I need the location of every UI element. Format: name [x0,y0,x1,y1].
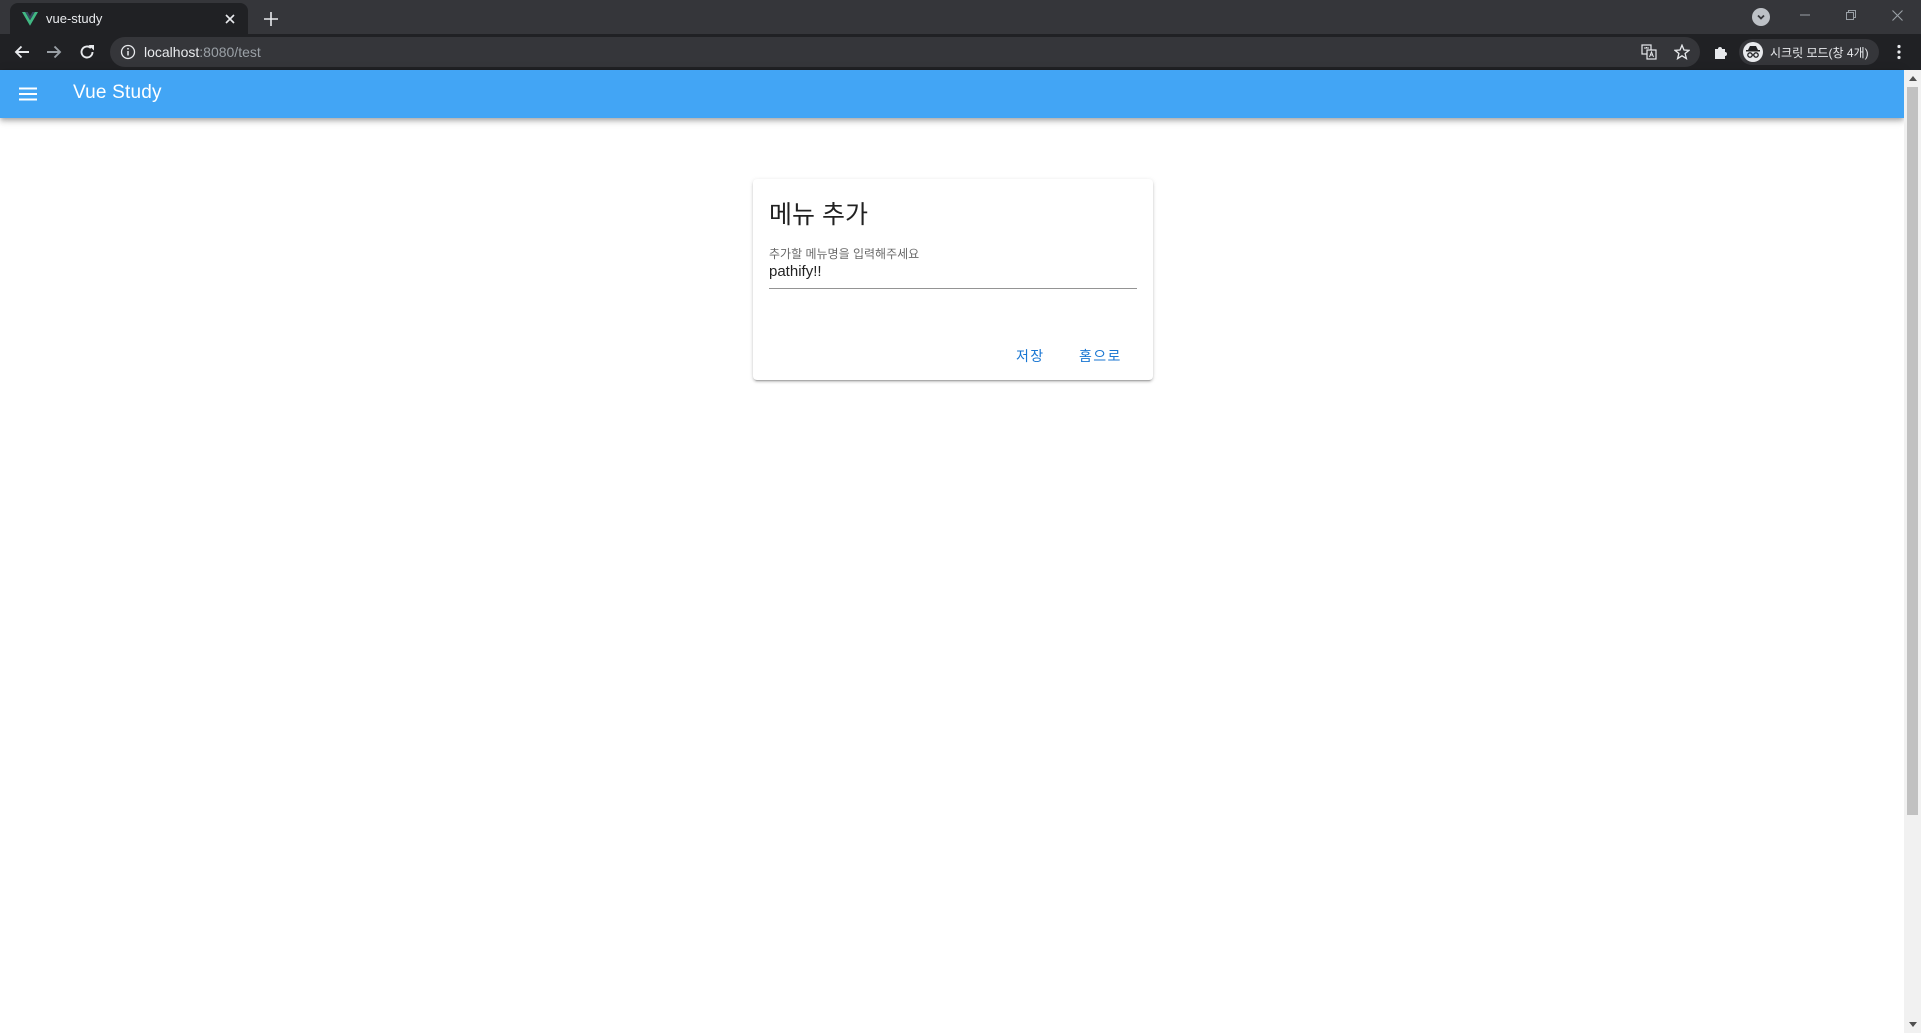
page-viewport: Vue Study 메뉴 추가 추가할 메뉴명을 입력해주세요 저장 홈으로 [0,70,1921,1033]
home-button[interactable]: 홈으로 [1069,341,1132,371]
minimize-icon[interactable] [1782,0,1828,30]
url-host: localhost [144,44,200,60]
scroll-down-arrow-icon[interactable] [1904,1016,1921,1033]
incognito-profile-button[interactable]: 시크릿 모드(창 4개) [1739,39,1879,65]
extensions-puzzle-icon[interactable] [1708,39,1734,65]
page-scrollbar[interactable] [1904,70,1921,1033]
address-bar[interactable]: localhost:8080/test [110,37,1700,67]
reload-icon[interactable] [74,39,100,65]
kebab-menu-icon[interactable] [1886,39,1912,65]
app-title: Vue Study [73,82,162,103]
card-title: 메뉴 추가 [769,201,868,229]
add-menu-card: 메뉴 추가 추가할 메뉴명을 입력해주세요 저장 홈으로 [753,179,1153,380]
menu-name-label: 추가할 메뉴명을 입력해주세요 [769,247,920,261]
vue-logo-icon [22,11,38,26]
forward-arrow-icon[interactable] [41,39,67,65]
translate-icon[interactable] [1636,39,1662,65]
hamburger-icon[interactable] [15,82,41,106]
app-bar: Vue Study [0,70,1904,118]
profile-label: 시크릿 모드(창 4개) [1770,45,1869,60]
scrollbar-thumb[interactable] [1907,87,1918,815]
tab-title: vue-study [46,11,103,26]
scroll-up-arrow-icon[interactable] [1904,70,1921,87]
back-arrow-icon[interactable] [9,39,35,65]
browser-titlebar: vue-study [0,0,1921,34]
menu-name-input[interactable] [769,263,1137,280]
tab-close-icon[interactable] [220,9,240,29]
tab-search-icon[interactable] [1752,8,1770,26]
bookmark-star-icon[interactable] [1669,39,1695,65]
url-path: :8080/test [199,44,261,60]
url-text: localhost:8080/test [144,44,261,60]
menu-name-field[interactable]: 추가할 메뉴명을 입력해주세요 [769,245,1137,289]
close-window-icon[interactable] [1874,0,1920,30]
incognito-icon [1743,42,1763,62]
restore-icon[interactable] [1828,0,1874,30]
save-button[interactable]: 저장 [1006,341,1055,371]
site-info-icon[interactable] [120,44,136,60]
browser-tab[interactable]: vue-study [10,3,248,34]
browser-toolbar: localhost:8080/test 시크릿 모드(창 4개) [0,34,1921,70]
new-tab-plus-icon[interactable] [258,6,284,32]
